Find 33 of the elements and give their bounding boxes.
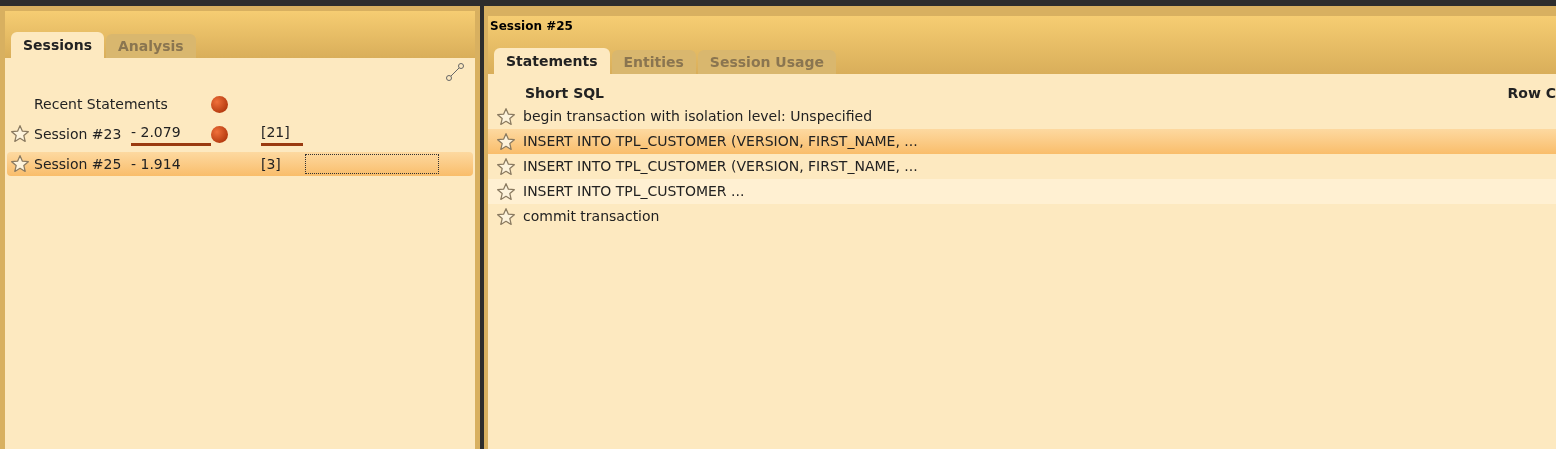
star-icon[interactable] bbox=[496, 206, 516, 227]
connector-icon[interactable] bbox=[445, 62, 465, 82]
statement-row[interactable]: commit transaction bbox=[488, 204, 1556, 229]
sql-text: begin transaction with isolation level: Unspecified bbox=[523, 107, 873, 126]
sql-text: INSERT INTO TPL_CUSTOMER (VERSION, FIRST_NAME, ... bbox=[523, 132, 918, 151]
session-duration: - 2.079 bbox=[131, 122, 211, 146]
sql-text: commit transaction bbox=[523, 207, 660, 226]
star-icon[interactable] bbox=[10, 154, 30, 174]
statement-row[interactable]: INSERT INTO TPL_CUSTOMER ... bbox=[488, 179, 1556, 204]
statement-row[interactable]: begin transaction with isolation level: Unspecified bbox=[488, 104, 1556, 129]
star-icon[interactable] bbox=[496, 181, 516, 202]
session-list-item[interactable]: Recent Statements bbox=[7, 92, 473, 116]
statement-row[interactable]: INSERT INTO TPL_CUSTOMER (VERSION, FIRST_NAME, ... bbox=[488, 129, 1556, 154]
session-name: Recent Statements bbox=[34, 94, 169, 114]
statement-count: [3] bbox=[261, 154, 282, 174]
sql-text: INSERT INTO TPL_CUSTOMER (VERSION, FIRST_NAME, ... bbox=[523, 157, 918, 176]
star-icon[interactable] bbox=[10, 124, 30, 144]
tab[interactable]: Statements bbox=[494, 48, 610, 74]
star-icon[interactable] bbox=[496, 106, 516, 127]
window-title: Session #25 bbox=[489, 18, 574, 35]
star-icon[interactable] bbox=[496, 131, 516, 152]
star-icon[interactable] bbox=[496, 156, 516, 177]
column-header[interactable]: Row C bbox=[1507, 82, 1556, 104]
session-name: Session #25 bbox=[34, 154, 123, 174]
session-duration: - 1.914 bbox=[131, 154, 182, 174]
sql-text: INSERT INTO TPL_CUSTOMER ... bbox=[523, 182, 745, 201]
statement-count: [21] bbox=[261, 122, 303, 146]
column-header[interactable]: Short SQL bbox=[525, 82, 605, 104]
session-list-item[interactable]: Session #23 - 2.079 [21] bbox=[7, 122, 473, 146]
statement-row[interactable]: INSERT INTO TPL_CUSTOMER (VERSION, FIRST_NAME, ... bbox=[488, 154, 1556, 179]
session-name: Session #23 bbox=[34, 124, 123, 144]
session-list-item[interactable]: Session #25 - 1.914 [3] bbox=[7, 152, 473, 176]
tab[interactable]: Sessions bbox=[11, 32, 104, 58]
